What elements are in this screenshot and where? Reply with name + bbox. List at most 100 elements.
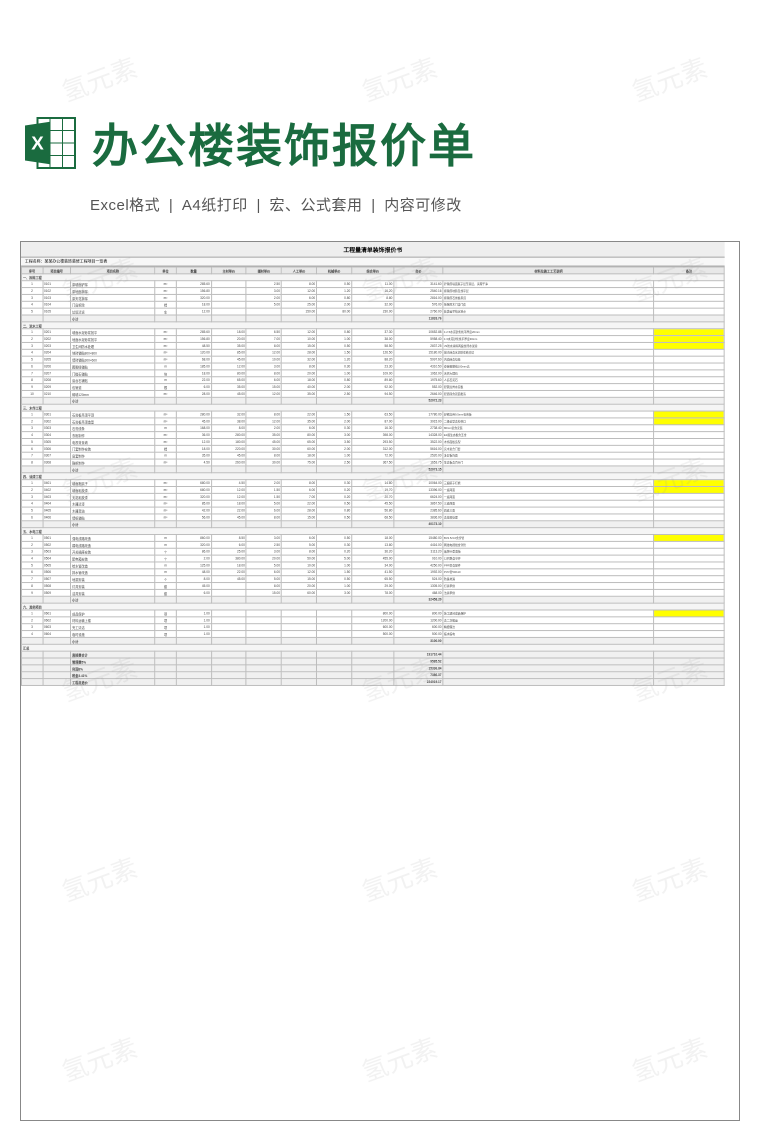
cell [654, 418, 724, 425]
cell: 32.00 [352, 301, 394, 308]
cell: 2.50 [317, 390, 352, 397]
cell: 8.00 [246, 452, 281, 459]
cell: 910.00 [394, 555, 443, 562]
cell: 185.00 [176, 363, 211, 370]
table-row: 30303石膏线条m168.008.002.006.000.3016.30273… [21, 425, 724, 432]
cell: 石膏板吊顶平顶 [71, 411, 155, 418]
quotation-table: 序号项目编号项目名称单位数量主材单价辅材单价人工单价机械单价综合单价合价材料及施… [21, 267, 725, 686]
cell: m² [155, 336, 176, 343]
cell: 6.00 [281, 425, 316, 432]
cell: 94.50 [352, 390, 394, 397]
cell: 1 [21, 281, 42, 288]
cell: 窗台石铺贴 [71, 377, 155, 384]
cell [317, 466, 352, 473]
cell: 6 [21, 569, 42, 576]
cell: 套 [155, 583, 176, 590]
section-name: 二、泥水工程 [21, 322, 724, 329]
table-row: 50305电视背景墙m²12.00180.0045.0065.003.50293… [21, 438, 724, 445]
cell: 65.00 [211, 377, 246, 384]
cell: 30.00 [246, 459, 281, 466]
cell: 125.00 [176, 562, 211, 569]
col-header: 机械单价 [317, 267, 352, 274]
cell [317, 521, 352, 528]
cell: 48.50 [176, 342, 211, 349]
cell: 套 [155, 589, 176, 596]
cell: 12.00 [176, 308, 211, 315]
cell: 0208 [43, 377, 71, 384]
cell: 洁具甲供 [443, 589, 654, 596]
cell [246, 624, 281, 631]
cell [246, 308, 281, 315]
cell: m² [155, 514, 176, 521]
cell: m² [155, 411, 176, 418]
cell: 0.20 [317, 487, 352, 494]
cell: 9 [21, 384, 42, 391]
cell: 68.50 [352, 514, 394, 521]
cell [352, 651, 394, 658]
cell [43, 315, 71, 322]
table-row: 50505给水管改造m125.0018.005.0010.001.0034.00… [21, 562, 724, 569]
cell [352, 679, 394, 686]
cell: 12.00 [176, 438, 211, 445]
cell [317, 637, 352, 644]
cell: 轻钢龙骨9.5mm石膏板 [443, 411, 654, 418]
cell: 35.00 [281, 390, 316, 397]
table-row: 70507地漏安装个8.0045.005.0015.000.5065.50524… [21, 576, 724, 583]
cell [43, 679, 71, 686]
cell: 45.00 [211, 514, 246, 521]
cell: 防臭地漏 [443, 576, 654, 583]
cell [211, 637, 246, 644]
cell: 12.00 [211, 363, 246, 370]
cell: 拆除原石膏板吊顶 [443, 294, 654, 301]
cell: m² [155, 342, 176, 349]
cell: 38.00 [352, 336, 394, 343]
cell: 2.00 [246, 480, 281, 487]
table-row: 20602材料运输上楼项1.001200.001200.00含二次搬运 [21, 617, 724, 624]
cell: 一底两面 [443, 487, 654, 494]
cell: 4310.50 [394, 363, 443, 370]
cell [211, 397, 246, 404]
cell: 7 [21, 452, 42, 459]
cell: 0308 [43, 459, 71, 466]
cell: 5997.60 [394, 356, 443, 363]
table-row: 40104门窗拆除樘18.005.0025.002.0032.00576.00拆… [21, 301, 724, 308]
cell [281, 596, 316, 603]
cell: 10.00 [246, 356, 281, 363]
cell [211, 665, 246, 672]
cell [317, 679, 352, 686]
cell [654, 329, 724, 336]
cell [43, 466, 71, 473]
table-row: 100210砌墙120mmm²28.0045.0012.0035.002.509… [21, 390, 724, 397]
cell: 2.00 [317, 418, 352, 425]
cell [155, 637, 176, 644]
cell: 367.50 [352, 459, 394, 466]
cell: m² [155, 294, 176, 301]
cell: 15180.00 [394, 349, 443, 356]
cell: 7386.37 [394, 672, 443, 679]
col-header: 主材单价 [211, 267, 246, 274]
cell: 4 [21, 631, 42, 638]
cell: 1.50 [246, 487, 281, 494]
cell [352, 397, 394, 404]
cell: 0.50 [317, 281, 352, 288]
table-row: 30103原天花拆除m²320.002.006.000.808.802816.0… [21, 294, 724, 301]
cell: 1.50 [317, 349, 352, 356]
cell: 398.00 [352, 432, 394, 439]
cell: 60.00 [281, 445, 316, 452]
cell: 1 [21, 610, 42, 617]
cell [654, 500, 724, 507]
cell [281, 466, 316, 473]
cell [317, 631, 352, 638]
template-title: 办公楼装饰报价单 [92, 110, 476, 176]
cell [246, 596, 281, 603]
cell [21, 665, 42, 672]
cell: 门槛石铺贴 [71, 370, 155, 377]
cell: 墙纸铺贴 [71, 514, 155, 521]
cell [211, 672, 246, 679]
cell: 樘 [155, 445, 176, 452]
cell: 312.00 [352, 445, 394, 452]
cell: 石膏线条 [71, 425, 155, 432]
cell [211, 596, 246, 603]
cell: 280.00 [176, 411, 211, 418]
cell: 25.00 [281, 301, 316, 308]
